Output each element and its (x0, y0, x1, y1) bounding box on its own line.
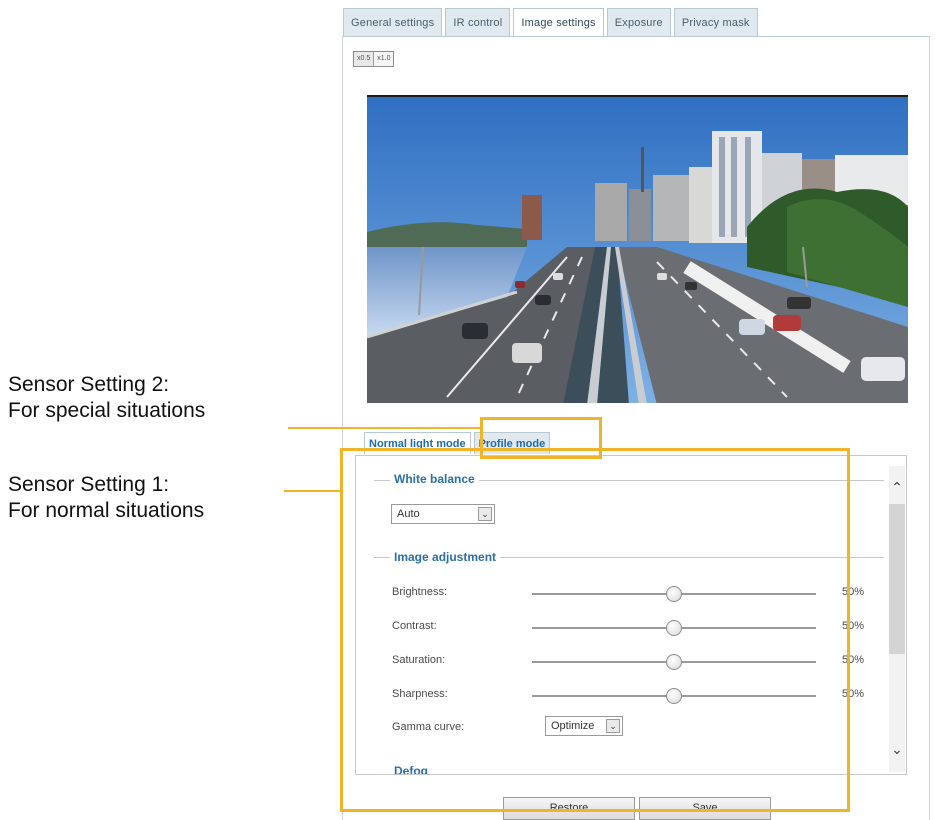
chevron-down-icon[interactable]: ⌄ (889, 738, 905, 760)
zoom-half-button[interactable]: x0.5 (354, 52, 375, 66)
zoom-full-button[interactable]: x1.0 (374, 52, 394, 66)
highlight-normal-settings (340, 448, 850, 812)
tab-privacy-mask[interactable]: Privacy mask (673, 8, 758, 36)
sensor-setting-1-desc: For normal situations (8, 499, 205, 522)
sensor-setting-2-title: Sensor Setting 2: (8, 373, 170, 396)
sensor-setting-2-desc: For special situations (8, 399, 206, 422)
tab-general-settings[interactable]: General settings (343, 8, 443, 36)
callout-line-2 (288, 427, 481, 429)
tab-image-settings[interactable]: Image settings (513, 8, 604, 36)
settings-scrollbar[interactable]: ⌃ ⌄ (889, 466, 905, 772)
tab-exposure[interactable]: Exposure (606, 8, 671, 36)
manual-page: General settings IR control Image settin… (0, 0, 937, 820)
sensor-setting-2-callout: Sensor Setting 2: For special situations (8, 372, 205, 424)
sensor-setting-1-callout: Sensor Setting 1: For normal situations (8, 472, 204, 524)
chevron-up-icon[interactable]: ⌃ (889, 476, 905, 498)
tab-ir-control[interactable]: IR control (445, 8, 511, 36)
scrollbar-thumb[interactable] (889, 504, 905, 654)
camera-preview-image (367, 97, 908, 403)
zoom-button-group: x0.5 x1.0 (353, 51, 395, 67)
callout-line-1 (284, 490, 342, 492)
settings-tab-bar: General settings IR control Image settin… (343, 8, 758, 36)
sensor-setting-1-title: Sensor Setting 1: (8, 473, 170, 496)
camera-preview (367, 95, 908, 403)
